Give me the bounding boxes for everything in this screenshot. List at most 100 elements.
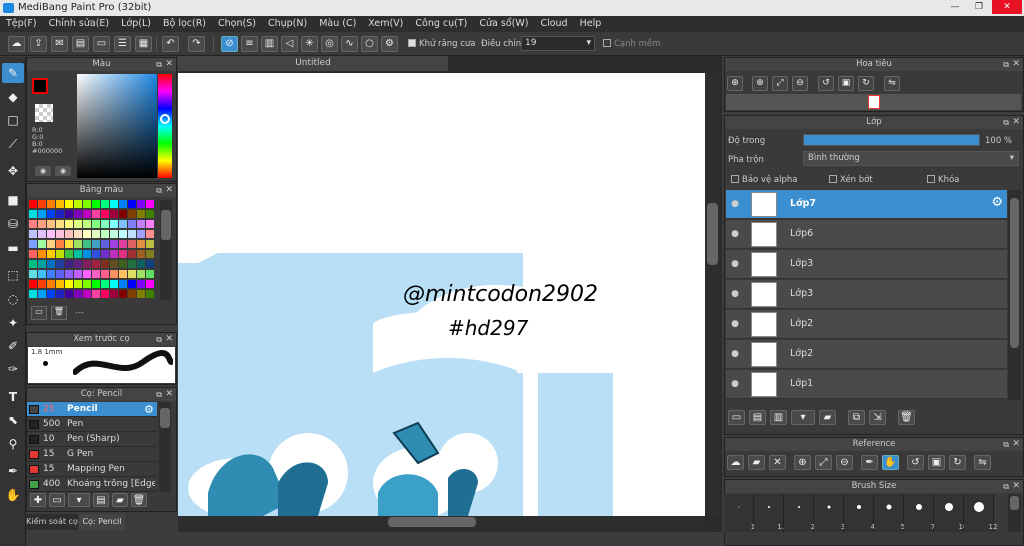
layer-row[interactable]: ● Lớp1 — [726, 370, 1007, 399]
palette-swatch[interactable] — [137, 220, 145, 228]
foreground-color-swatch[interactable] — [32, 78, 48, 94]
palette-swatch[interactable] — [137, 210, 145, 218]
palette-swatch[interactable] — [83, 200, 91, 208]
palette-swatch[interactable] — [56, 230, 64, 238]
snap-off-icon[interactable]: ⊘ — [221, 36, 238, 52]
canvas-horizontal-scrollbar[interactable] — [178, 516, 705, 529]
eye-icon[interactable]: ● — [730, 319, 740, 329]
maximize-button[interactable]: ❐ — [968, 0, 990, 14]
palette-swatch[interactable] — [56, 260, 64, 268]
opacity-slider[interactable] — [803, 134, 980, 146]
chat-icon[interactable]: ✉ — [51, 36, 68, 52]
eye-icon[interactable]: ● — [730, 259, 740, 269]
palette-swatch[interactable] — [83, 290, 91, 298]
palette-swatch[interactable] — [146, 290, 154, 298]
palette-swatch[interactable] — [128, 210, 136, 218]
palette-swatch[interactable] — [119, 240, 127, 248]
circle-snap-icon[interactable]: ◎ — [321, 36, 338, 52]
add-brush-icon[interactable]: ✚ — [30, 493, 46, 507]
palette-swatch[interactable] — [92, 200, 100, 208]
palette-swatch[interactable] — [56, 200, 64, 208]
palette-swatch[interactable] — [146, 270, 154, 278]
menu-help[interactable]: Help — [574, 16, 608, 32]
palette-swatch[interactable] — [74, 260, 82, 268]
gear-icon[interactable]: ⚙ — [991, 195, 1003, 210]
palette-swatch[interactable] — [101, 230, 109, 238]
palette-scrollbar[interactable] — [160, 200, 172, 300]
palette-swatch[interactable] — [119, 280, 127, 288]
rotate-left-icon[interactable]: ↺ — [907, 455, 924, 470]
close-icon[interactable]: ✕ — [1012, 58, 1020, 71]
menu-layer[interactable]: Lớp(L) — [115, 16, 157, 32]
palette-swatch[interactable] — [56, 240, 64, 248]
palette-swatch[interactable] — [74, 200, 82, 208]
palette-swatch[interactable] — [128, 260, 136, 268]
palette-swatch[interactable] — [83, 270, 91, 278]
color-history-icon[interactable]: ◉ — [55, 166, 71, 176]
menu-filter[interactable]: Bộ lọc(R) — [157, 16, 212, 32]
undo-icon[interactable]: ↶ — [162, 36, 179, 52]
new-8bit-layer-icon[interactable]: ▥ — [770, 410, 787, 425]
menu-cloud[interactable]: Cloud — [534, 16, 573, 32]
palette-swatch[interactable] — [38, 240, 46, 248]
drawing-canvas[interactable]: @mintcodon2902 #hd297 — [178, 73, 705, 516]
palette-swatch[interactable] — [128, 230, 136, 238]
palette-swatch[interactable] — [110, 200, 118, 208]
bucket-tool-icon[interactable]: ⛁ — [2, 214, 24, 234]
rotate-left-icon[interactable]: ↺ — [818, 76, 834, 91]
palette-swatch[interactable] — [83, 210, 91, 218]
fit-icon[interactable]: ⤢ — [772, 76, 788, 91]
palette-swatch[interactable] — [101, 210, 109, 218]
duplicate-layer-icon[interactable]: ⧉ — [848, 410, 865, 425]
text-tool-icon[interactable]: T — [2, 387, 24, 407]
share-icon[interactable]: ⇪ — [30, 36, 47, 52]
palette-swatch[interactable] — [74, 240, 82, 248]
transparent-swatch[interactable] — [35, 104, 53, 122]
palette-swatch[interactable] — [38, 260, 46, 268]
layer-row[interactable]: ● Lớp3 — [726, 250, 1007, 279]
palette-swatch[interactable] — [56, 270, 64, 278]
dropper-icon[interactable]: ✒ — [2, 461, 24, 481]
palette-swatch[interactable] — [101, 240, 109, 248]
delete-layer-icon[interactable]: 🗑 — [898, 410, 915, 425]
palette-swatch[interactable] — [74, 210, 82, 218]
brush-size-5[interactable]: 5 — [874, 494, 905, 532]
brush-size-4[interactable]: 4 — [844, 494, 875, 532]
cloud-icon[interactable]: ☁ — [8, 36, 25, 52]
palette-swatch[interactable] — [110, 240, 118, 248]
brush-size-1-5[interactable]: 1.5 — [754, 494, 789, 532]
palette-swatch[interactable] — [110, 270, 118, 278]
palette-swatch[interactable] — [65, 230, 73, 238]
palette-swatch[interactable] — [110, 220, 118, 228]
close-icon[interactable]: ✕ — [165, 58, 173, 71]
palette-swatch[interactable] — [38, 220, 46, 228]
palette-swatch[interactable] — [92, 210, 100, 218]
palette-swatch[interactable] — [119, 230, 127, 238]
blend-mode-select[interactable]: Bình thường ▾ — [803, 151, 1019, 166]
layer-row[interactable]: ● Lớp2 — [726, 310, 1007, 339]
palette-swatch[interactable] — [110, 280, 118, 288]
menu-snap[interactable]: Chụp(N) — [262, 16, 313, 32]
palette-swatch[interactable] — [56, 210, 64, 218]
brush-size-12[interactable]: 12 — [964, 494, 997, 532]
close-icon[interactable]: ✕ — [1012, 116, 1020, 129]
palette-swatch[interactable] — [74, 290, 82, 298]
brush-item-g-pen[interactable]: 15 G Pen — [27, 447, 157, 462]
palette-swatch[interactable] — [92, 260, 100, 268]
eyedropper-icon[interactable]: ⚲ — [2, 434, 24, 454]
palette-swatch[interactable] — [47, 260, 55, 268]
palette-swatch[interactable] — [56, 220, 64, 228]
palette-swatch[interactable] — [47, 200, 55, 208]
palette-swatch[interactable] — [128, 240, 136, 248]
layer-row[interactable]: ● Lớp7 ⚙ — [726, 190, 1007, 219]
palette-swatch[interactable] — [83, 220, 91, 228]
brush-settings-gear-icon[interactable]: ⚙ — [144, 403, 154, 416]
close-icon[interactable]: ✕ — [165, 333, 173, 346]
popout-icon[interactable]: ⧉ — [156, 388, 162, 401]
palette-swatch[interactable] — [47, 280, 55, 288]
flip-icon[interactable]: ⇋ — [884, 76, 900, 91]
popout-icon[interactable]: ⧉ — [156, 333, 162, 346]
palette-swatch[interactable] — [65, 210, 73, 218]
brush-menu-icon[interactable]: ▾ — [68, 493, 90, 507]
soft-edge-checkbox[interactable]: Cạnh mềm — [603, 39, 660, 49]
